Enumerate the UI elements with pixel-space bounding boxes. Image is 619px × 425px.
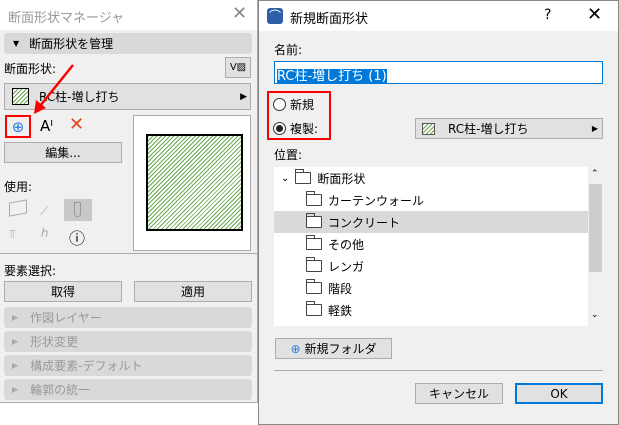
scroll-down-icon[interactable]: ⌄ [591, 310, 599, 320]
folder-icon [306, 213, 322, 228]
expand-triangle-icon: ▶ [12, 385, 19, 394]
section-drawing-layer[interactable]: ▶ 作図レイヤー [4, 307, 252, 328]
tree-item[interactable]: カーテンウォール [274, 189, 588, 211]
scrollbar[interactable]: ⌃ ⌄ [588, 167, 603, 326]
arrow-right-icon: ▶ [240, 91, 247, 102]
name-value: RC柱-増し打ち (1) [277, 69, 387, 84]
edit-label: 編集... [45, 146, 81, 160]
new-folder-label: 新規フォルダ [304, 342, 377, 356]
scroll-up-icon[interactable]: ⌃ [591, 169, 599, 179]
section-label: 形状変更 [30, 335, 79, 349]
hatch-settings-icon: V▨ [229, 62, 247, 73]
cancel-label: キャンセル [428, 387, 489, 401]
edit-button[interactable]: 編集... [4, 142, 122, 163]
radio-new[interactable]: 新規 [273, 96, 314, 113]
info-icon[interactable]: ⓘ [69, 225, 85, 249]
location-label: 位置: [274, 148, 303, 162]
hatch-swatch-icon [422, 122, 435, 135]
chevron-down-icon: ⌄ [281, 172, 290, 184]
new-profile-dialog: ⌒ 新規断面形状 ? ✕ 名前: RC柱-増し打ち (1) 新規 複製: RC柱… [258, 0, 619, 425]
tree-item-selected[interactable]: コンクリート [274, 211, 588, 233]
tree-label: 軽鉄 [328, 303, 353, 318]
dialog-title: 新規断面形状 [290, 12, 369, 27]
name-input[interactable]: RC柱-増し打ち (1) [274, 61, 603, 84]
duplicate-source-dropdown[interactable]: RC柱-増し打ち ▶ [415, 118, 603, 139]
new-folder-icon: ⊕ [290, 341, 301, 356]
radio-circle [273, 98, 286, 111]
red-arrow-annotation [34, 64, 74, 114]
tree-label: カーテンウォール [328, 193, 425, 208]
ok-label: OK [550, 386, 568, 401]
name-label: 名前: [274, 43, 303, 57]
folder-icon [306, 279, 322, 294]
help-button[interactable]: ? [544, 7, 551, 23]
beam-icon[interactable]: ⟋ [40, 204, 48, 219]
app-logo-icon: ⌒ [267, 8, 283, 24]
arrow-right-icon: ▶ [591, 124, 598, 133]
expand-triangle-icon: ▶ [12, 313, 19, 322]
folder-icon [306, 235, 322, 250]
radio-circle-checked [273, 122, 286, 135]
ok-button[interactable]: OK [515, 383, 603, 404]
folder-icon [306, 191, 322, 206]
wall-icon[interactable] [9, 199, 27, 217]
folder-icon [295, 169, 312, 184]
tree-root[interactable]: ⌄ 断面形状 [274, 167, 588, 189]
tree-label: コンクリート [328, 215, 401, 230]
tree-item[interactable]: 軽鉄 [274, 299, 588, 321]
dialog-title-bar: ⌒ 新規断面形状 ? ✕ [259, 1, 618, 31]
radio-duplicate-label: 複製: [290, 122, 319, 136]
get-button[interactable]: 取得 [4, 281, 122, 302]
tree-label: 階段 [328, 281, 353, 296]
new-folder-button[interactable]: ⊕ 新規フォルダ [275, 338, 392, 359]
duplicate-source-value: RC柱-増し打ち [448, 122, 529, 136]
section-component-default[interactable]: ▶ 構成要素-デフォルト [4, 355, 252, 376]
expand-triangle-icon: ▶ [12, 361, 19, 370]
cancel-button[interactable]: キャンセル [415, 383, 503, 404]
divider [0, 253, 257, 254]
apply-label: 適用 [180, 285, 205, 299]
section-label: 作図レイヤー [30, 311, 102, 325]
tree-label: その他 [328, 237, 365, 252]
element-select-label: 要素選択: [4, 264, 57, 278]
close-icon[interactable]: ✕ [587, 4, 602, 25]
preview-shape [146, 134, 243, 231]
tree-item[interactable]: レンガ [274, 255, 588, 277]
divider [274, 370, 603, 371]
radio-duplicate[interactable]: 複製: [273, 120, 318, 137]
profile-preview [133, 115, 251, 251]
scrollbar-thumb[interactable] [589, 184, 602, 272]
folder-icon [306, 257, 322, 272]
section-label: 輪郭の統一 [30, 383, 91, 397]
close-icon[interactable]: ✕ [232, 3, 247, 24]
tree-item[interactable]: その他 [274, 233, 588, 255]
expand-triangle-icon: ▶ [12, 337, 19, 346]
tree-label: レンガ [328, 259, 365, 274]
tree-label: 断面形状 [317, 171, 366, 186]
railing-icon[interactable]: ⫪ [9, 227, 16, 242]
section-label: 構成要素-デフォルト [30, 359, 143, 373]
object-icon[interactable]: ℎ [41, 226, 49, 240]
location-tree[interactable]: ⌄ 断面形状 カーテンウォール コンクリート その他 レンガ 階段 軽鉄 ⌃ ⌄ [274, 167, 603, 326]
radio-new-label: 新規 [290, 98, 315, 112]
get-label: 取得 [50, 285, 75, 299]
folder-icon [306, 301, 322, 316]
apply-button[interactable]: 適用 [134, 281, 252, 302]
usage-label: 使用: [4, 180, 33, 194]
column-icon[interactable] [64, 199, 92, 221]
profile-settings-button[interactable]: V▨ [225, 57, 251, 78]
section-contour-unify[interactable]: ▶ 輪郭の統一 [4, 379, 252, 400]
section-shape-change[interactable]: ▶ 形状変更 [4, 331, 252, 352]
tree-item[interactable]: 階段 [274, 277, 588, 299]
